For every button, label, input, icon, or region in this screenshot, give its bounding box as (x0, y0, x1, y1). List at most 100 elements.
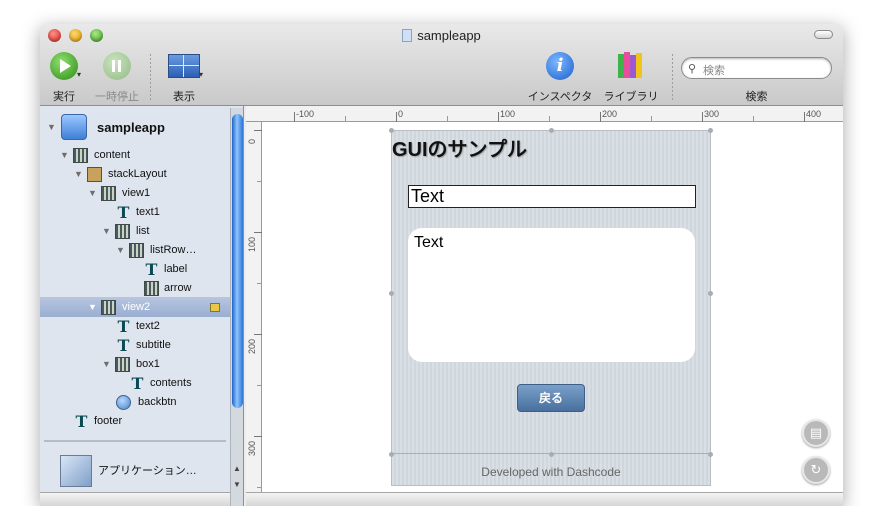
resize-handle[interactable] (708, 291, 713, 296)
resize-handle[interactable] (708, 452, 713, 457)
tree-node-label: text1 (136, 206, 160, 218)
canvas-bottom-bar (246, 492, 843, 506)
disclosure-triangle-icon[interactable]: ▼ (116, 241, 125, 260)
text-element-icon: T (117, 203, 130, 222)
app-preview[interactable]: GUIのサンプル Text Text 戻る Developed with Das… (389, 128, 713, 486)
disclosure-triangle-icon[interactable]: ▼ (74, 165, 83, 184)
tree-node-label: text2 (136, 320, 160, 332)
toolbar-toggle-button[interactable] (814, 30, 833, 39)
preview-text-box[interactable]: Text (408, 228, 695, 362)
resize-handle[interactable] (389, 128, 394, 133)
tree-node-label: content (94, 149, 131, 161)
ruler-tick-label: 200 (602, 109, 618, 119)
tree-node-label: view1 (122, 187, 151, 199)
resize-handle[interactable] (549, 452, 554, 457)
library-label: ライブラリ (603, 91, 659, 103)
search-label: 検索 (745, 91, 768, 103)
pause-label: 一時停止 (95, 91, 139, 103)
text-element-icon: T (117, 317, 130, 336)
application-item[interactable]: アプリケーション… (40, 453, 230, 493)
tree-node-label: subtitle (136, 339, 171, 351)
preview-footer[interactable]: Developed with Dashcode (392, 453, 710, 485)
tree-node-label: contents (150, 377, 192, 389)
inspector-label: インスペクタ (527, 91, 593, 103)
resize-handle[interactable] (389, 452, 394, 457)
scroll-up-arrow-icon[interactable]: ▲ (233, 464, 241, 473)
document-icon (402, 29, 413, 42)
magnifier-icon: ⚲ (688, 63, 697, 75)
sidebar-divider (44, 440, 226, 442)
preview-back-button[interactable]: 戻る (517, 384, 585, 412)
library-button[interactable]: ライブラリ (600, 52, 662, 103)
ruler-tick-label: 0 (247, 138, 257, 144)
resize-handle[interactable] (389, 291, 394, 296)
disclosure-triangle-icon[interactable]: ▼ (102, 355, 111, 374)
horizontal-ruler-ticks (294, 112, 805, 122)
tree-node-label: listRow… (150, 244, 197, 256)
rotate-icon: ↻ (810, 462, 822, 477)
disclosure-triangle-icon[interactable]: ▼ (60, 146, 69, 165)
inspector-button[interactable]: i インスペクタ (526, 52, 594, 103)
stack-layout-icon (87, 167, 102, 182)
sidebar-scroll-thumb[interactable] (232, 114, 243, 408)
search-placeholder: 検索 (703, 65, 725, 77)
disclosure-triangle-icon[interactable]: ▼ (102, 222, 111, 241)
view-element-icon (101, 300, 116, 315)
resize-handle[interactable] (708, 128, 713, 133)
view-element-icon (73, 148, 88, 163)
app-window: sampleapp ▾ 実行 一時停止 ▾ 表示 i インスペクタ ライブラリ … (40, 24, 843, 506)
rotate-preview-button[interactable]: ↻ (802, 456, 830, 484)
view-element-icon (129, 243, 144, 258)
resize-handle[interactable] (549, 128, 554, 133)
tree-node-label: stackLayout (108, 168, 167, 180)
horizontal-ruler: -100 0 100 200 300 400 (246, 106, 843, 122)
run-label: 実行 (53, 91, 75, 103)
tree-root-label: sampleapp (97, 120, 165, 135)
sidebar-bottom-bar (40, 492, 243, 506)
text-element-icon: T (117, 336, 130, 355)
library-books-icon (618, 52, 644, 78)
ruler-tick-label: 400 (806, 109, 822, 119)
preview-title[interactable]: GUIのサンプル (392, 133, 527, 162)
vertical-ruler: 0 100 200 300 (246, 122, 262, 506)
text-element-icon: T (75, 412, 88, 431)
image-element-icon (144, 281, 159, 296)
disclosure-triangle-icon[interactable]: ▼ (88, 298, 97, 317)
view-element-icon (101, 186, 116, 201)
tree-node-label: view2 (122, 301, 151, 313)
tree-node-label: footer (94, 415, 123, 427)
ruler-tick-label: -100 (296, 109, 315, 119)
tree-node-label-text: label (164, 263, 188, 275)
info-icon: i (546, 52, 574, 80)
application-icon (60, 455, 92, 487)
ruler-tick-label: 100 (500, 109, 516, 119)
button-element-icon (116, 395, 131, 410)
ruler-toggle-button[interactable]: ▤ (802, 419, 830, 447)
tree-node-label: backbtn (138, 396, 177, 408)
text-element-icon: T (145, 260, 158, 279)
disclosure-triangle-icon[interactable]: ▼ (47, 118, 56, 137)
application-item-label: アプリケーション… (98, 465, 197, 477)
sidebar-scrollbar[interactable]: ▲ ▼ (230, 108, 243, 506)
view-label: 表示 (173, 91, 195, 103)
window-title-text: sampleapp (417, 28, 481, 43)
preview-text-field[interactable]: Text (408, 185, 696, 208)
view-button[interactable]: ▾ 表示 (162, 52, 206, 103)
search-input[interactable]: ⚲ 検索 (681, 57, 832, 79)
disclosure-triangle-icon[interactable]: ▼ (88, 184, 97, 203)
pause-icon (103, 52, 131, 80)
design-canvas[interactable]: GUIのサンプル Text Text 戻る Developed with Das… (262, 122, 843, 506)
text-element-icon: T (131, 374, 144, 393)
scroll-down-arrow-icon[interactable]: ▼ (233, 480, 241, 489)
tree-node-label: list (136, 225, 150, 237)
tree-node-label: box1 (136, 358, 160, 370)
ruler-tick-label: 300 (704, 109, 720, 119)
window-title: sampleapp (40, 28, 843, 43)
pause-button[interactable]: 一時停止 (93, 52, 141, 103)
run-button[interactable]: ▾ 実行 (44, 52, 84, 103)
ruler-tick-label: 200 (247, 338, 257, 354)
view-layout-icon (168, 54, 200, 78)
tree-node-label: arrow (164, 282, 192, 294)
list-element-icon (115, 224, 130, 239)
navigator-sidebar: ▼ sampleapp ▼ content ▼ stackLayout ▼ vi… (40, 106, 244, 506)
